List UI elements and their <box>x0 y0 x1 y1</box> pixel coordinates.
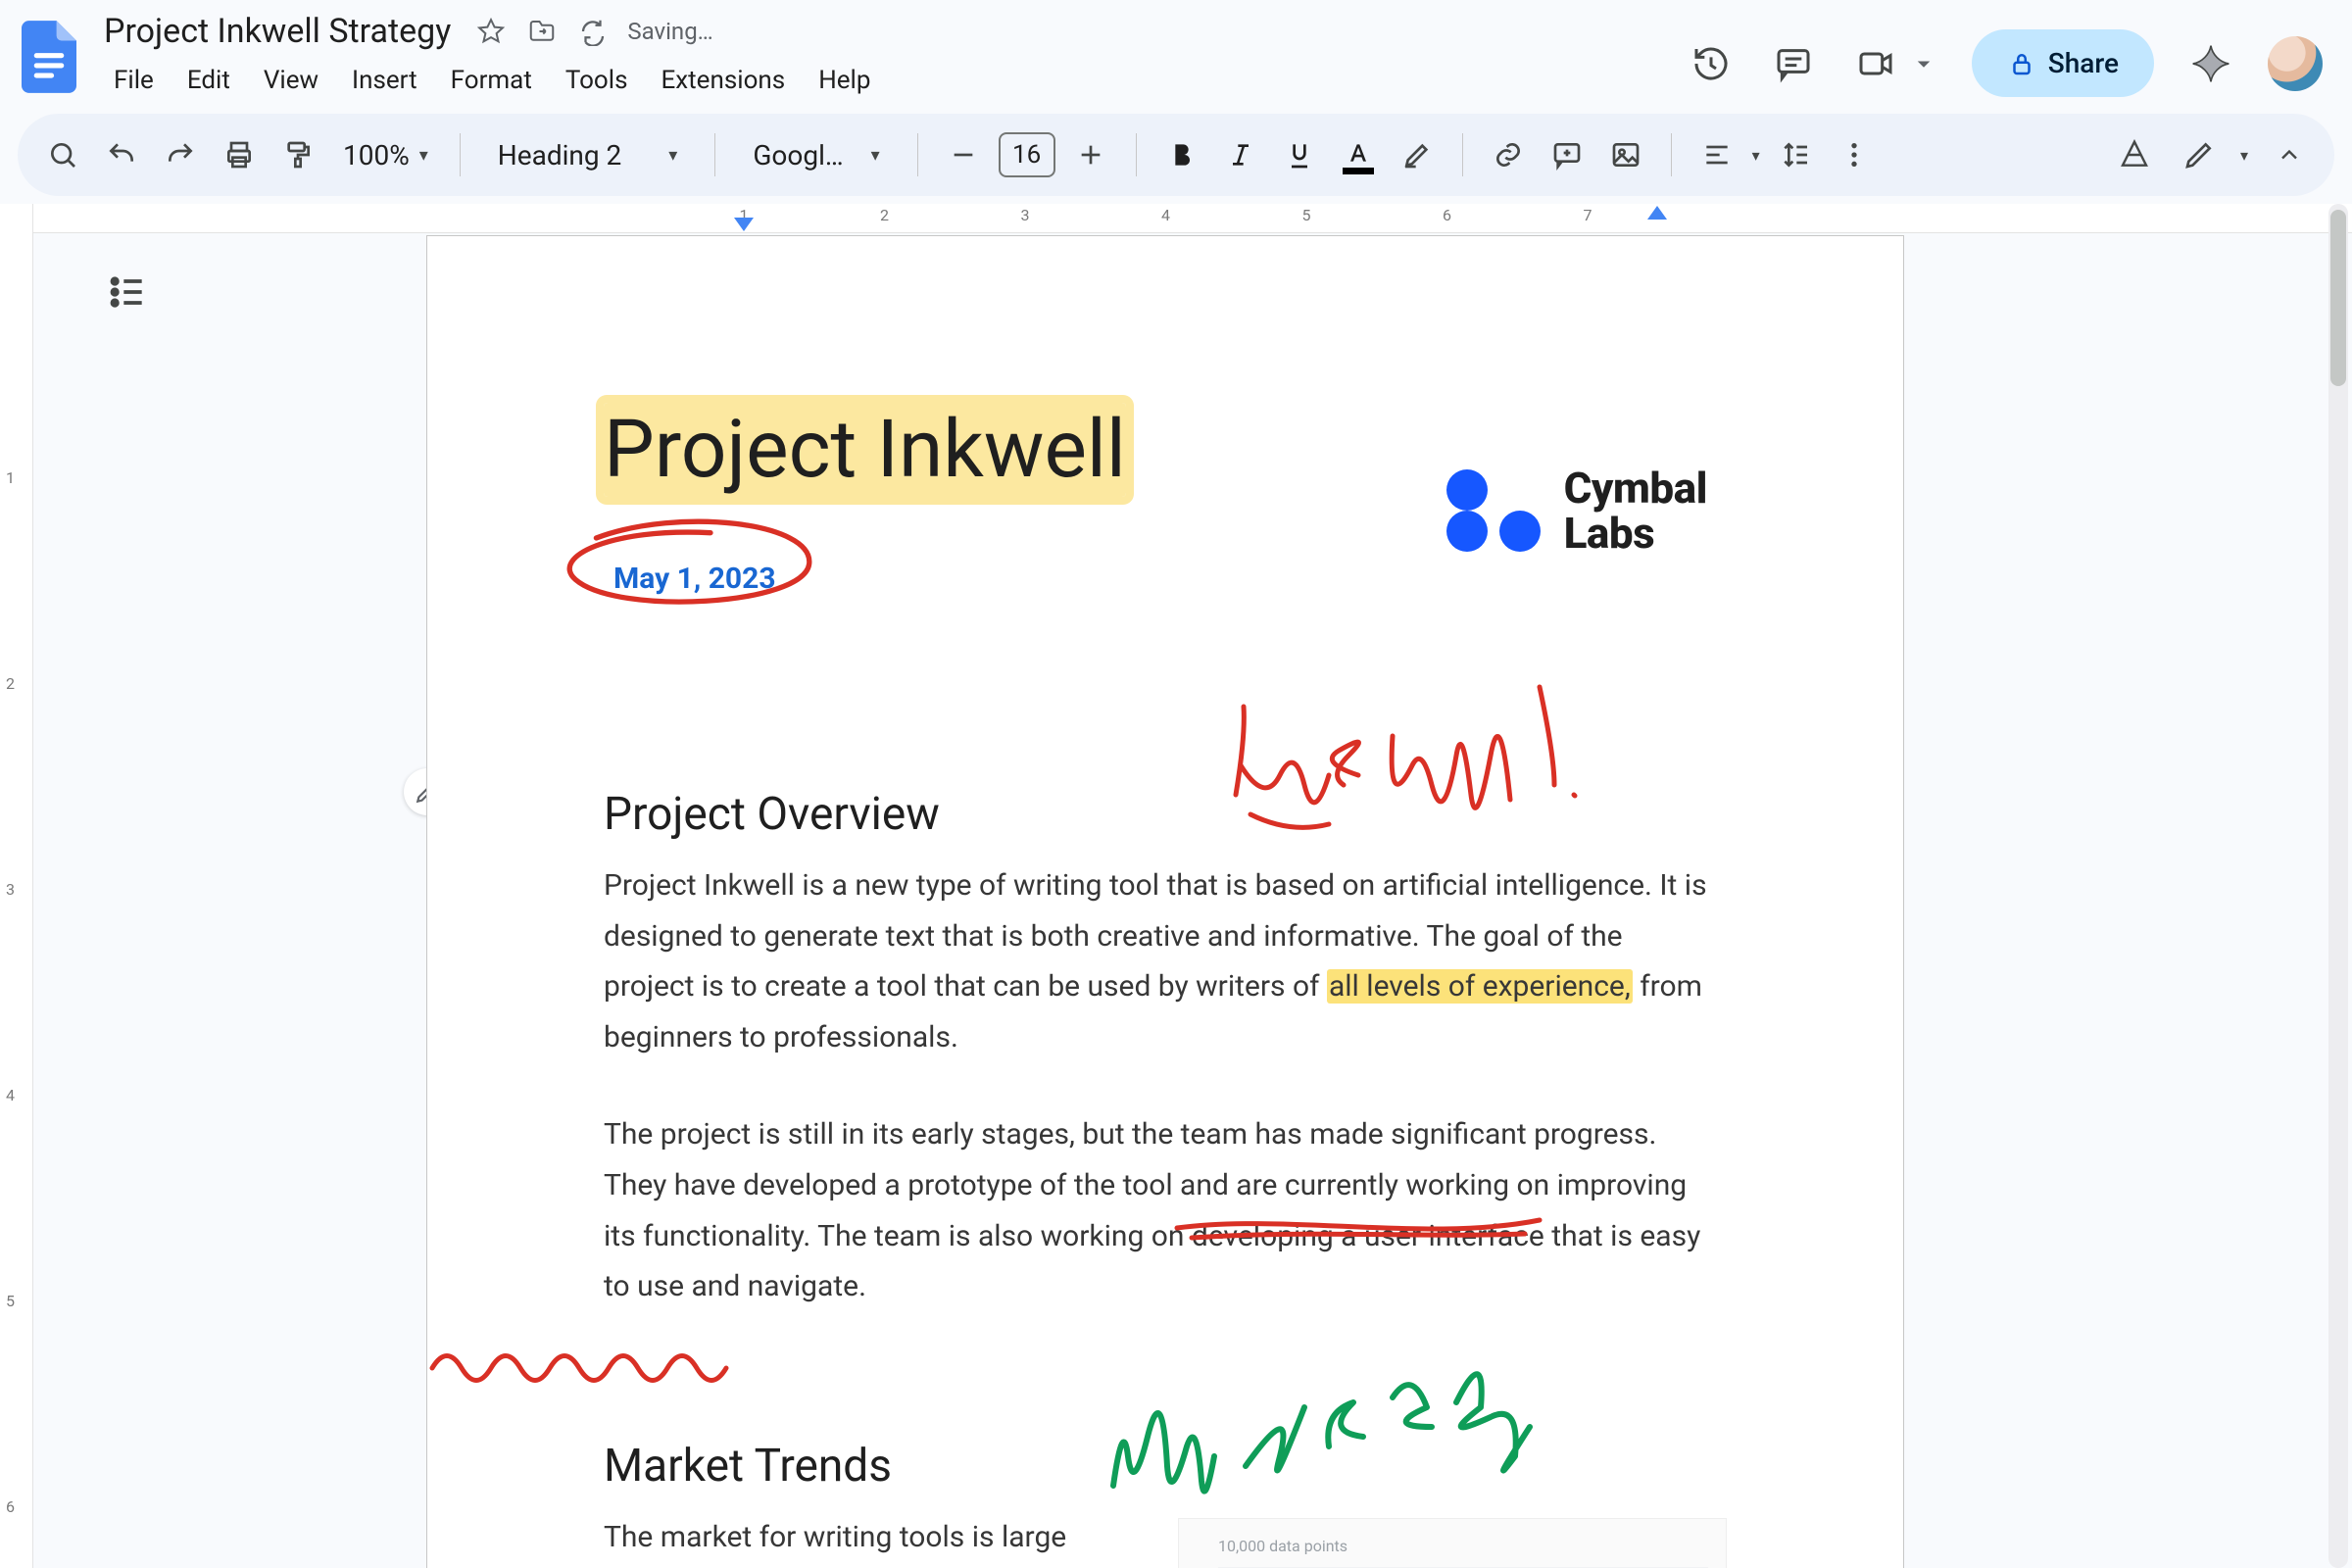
ruler-mark: 4 <box>1161 206 1170 224</box>
ruler-mark: 6 <box>1443 206 1451 224</box>
font-size-input[interactable]: 16 <box>999 132 1055 177</box>
company-logo: Cymbal Labs <box>1446 464 1707 558</box>
highlighted-text: all levels of experience, <box>1327 969 1633 1004</box>
paragraph-style-dropdown[interactable]: Heading 2 ▾ <box>482 139 694 172</box>
chevron-down-icon[interactable] <box>1907 47 1940 80</box>
vertical-ruler: 1 2 3 4 5 6 <box>0 204 33 1568</box>
move-to-folder-icon[interactable] <box>525 15 559 48</box>
highlight-icon[interactable] <box>1394 131 1441 178</box>
search-icon[interactable] <box>39 131 86 178</box>
trends-paragraph-1[interactable]: The market for writing tools is large an… <box>604 1512 1119 1568</box>
share-button-label: Share <box>2048 47 2119 79</box>
ruler-mark: 3 <box>6 880 15 899</box>
left-indent-icon[interactable] <box>734 218 754 231</box>
menu-file[interactable]: File <box>100 60 168 101</box>
font-family-value: Googl… <box>753 139 843 172</box>
meet-icon[interactable] <box>1850 38 1901 89</box>
comments-icon[interactable] <box>1768 38 1819 89</box>
font-family-dropdown[interactable]: Googl… ▾ <box>737 139 895 172</box>
decrease-font-icon[interactable] <box>940 131 987 178</box>
collapse-toolbar-icon[interactable] <box>2266 131 2313 178</box>
document-title[interactable]: Project Inkwell Strategy <box>98 10 457 54</box>
share-button[interactable]: Share <box>1972 29 2154 97</box>
scrollbar-thumb[interactable] <box>2330 210 2346 386</box>
doc-title-h1[interactable]: Project Inkwell <box>604 403 1126 497</box>
document-page: Project Inkwell May 1, 2023 Cymbal Labs … <box>426 235 1904 1568</box>
formatting-toolbar: 100% ▾ Heading 2 ▾ Googl… ▾ 16 ▾ ▾ <box>18 114 2334 196</box>
right-indent-icon[interactable] <box>1647 206 1667 220</box>
embedded-chart[interactable]: 10,000 data points <box>1178 1518 1727 1568</box>
company-logo-text: Cymbal Labs <box>1564 466 1707 556</box>
ruler-mark: 4 <box>6 1086 15 1104</box>
zoom-dropdown[interactable]: 100% ▾ <box>333 139 438 172</box>
ruler-mark: 7 <box>1584 206 1592 224</box>
chevron-down-icon[interactable]: ▾ <box>1752 146 1760 165</box>
text-color-icon[interactable] <box>1335 131 1382 178</box>
line-spacing-icon[interactable] <box>1772 131 1819 178</box>
zoom-value: 100% <box>343 139 410 172</box>
menu-help[interactable]: Help <box>805 60 884 101</box>
document-outline-icon[interactable] <box>98 263 157 321</box>
circle-annotation-icon <box>555 507 825 621</box>
horizontal-ruler: 1234567 <box>33 204 2352 233</box>
more-icon[interactable] <box>1831 131 1878 178</box>
paint-format-icon[interactable] <box>274 131 321 178</box>
ruler-mark: 2 <box>880 206 889 224</box>
overview-paragraph-1[interactable]: Project Inkwell is a new type of writing… <box>604 860 1711 1062</box>
redo-icon[interactable] <box>157 131 204 178</box>
ruler-mark: 6 <box>6 1497 15 1516</box>
chevron-down-icon: ▾ <box>668 145 677 166</box>
pen-mode-icon[interactable] <box>2176 131 2223 178</box>
gemini-spark-icon[interactable] <box>2185 38 2236 89</box>
menu-format[interactable]: Format <box>437 60 546 101</box>
undo-icon[interactable] <box>98 131 145 178</box>
overview-heading[interactable]: Project Overview <box>604 788 1727 841</box>
history-icon[interactable] <box>1686 38 1737 89</box>
editing-mode-icon[interactable] <box>2111 131 2158 178</box>
squiggle-annotation-icon <box>427 1344 760 1383</box>
menu-view[interactable]: View <box>250 60 332 101</box>
menu-tools[interactable]: Tools <box>552 60 642 101</box>
vertical-scrollbar[interactable] <box>2328 204 2348 1568</box>
add-comment-icon[interactable] <box>1544 131 1591 178</box>
cloud-sync-icon[interactable] <box>576 15 610 48</box>
star-icon[interactable] <box>474 15 508 48</box>
menu-extensions[interactable]: Extensions <box>648 60 800 101</box>
chevron-down-icon[interactable]: ▾ <box>2240 146 2248 165</box>
overview-paragraph-2[interactable]: The project is still in its early stages… <box>604 1109 1711 1311</box>
chevron-down-icon: ▾ <box>419 145 428 166</box>
increase-font-icon[interactable] <box>1067 131 1114 178</box>
chevron-down-icon: ▾ <box>871 145 880 166</box>
ruler-mark: 1 <box>6 468 15 487</box>
chart-label: 10,000 data points <box>1218 1537 1348 1555</box>
align-icon[interactable] <box>1693 131 1740 178</box>
insert-link-icon[interactable] <box>1485 131 1532 178</box>
trends-heading[interactable]: Market Trends <box>604 1440 1727 1493</box>
menu-insert[interactable]: Insert <box>338 60 431 101</box>
italic-icon[interactable] <box>1217 131 1264 178</box>
ruler-mark: 3 <box>1021 206 1030 224</box>
account-avatar[interactable] <box>2268 36 2323 91</box>
bold-icon[interactable] <box>1158 131 1205 178</box>
underline-icon[interactable] <box>1276 131 1323 178</box>
paragraph-style-value: Heading 2 <box>498 139 622 172</box>
print-icon[interactable] <box>216 131 263 178</box>
docs-logo-icon[interactable] <box>14 10 84 104</box>
ruler-mark: 5 <box>6 1292 15 1310</box>
menu-edit[interactable]: Edit <box>173 60 244 101</box>
ruler-mark: 5 <box>1302 206 1311 224</box>
saving-status: Saving… <box>627 18 712 45</box>
insert-image-icon[interactable] <box>1602 131 1649 178</box>
ruler-mark: 2 <box>6 674 15 693</box>
